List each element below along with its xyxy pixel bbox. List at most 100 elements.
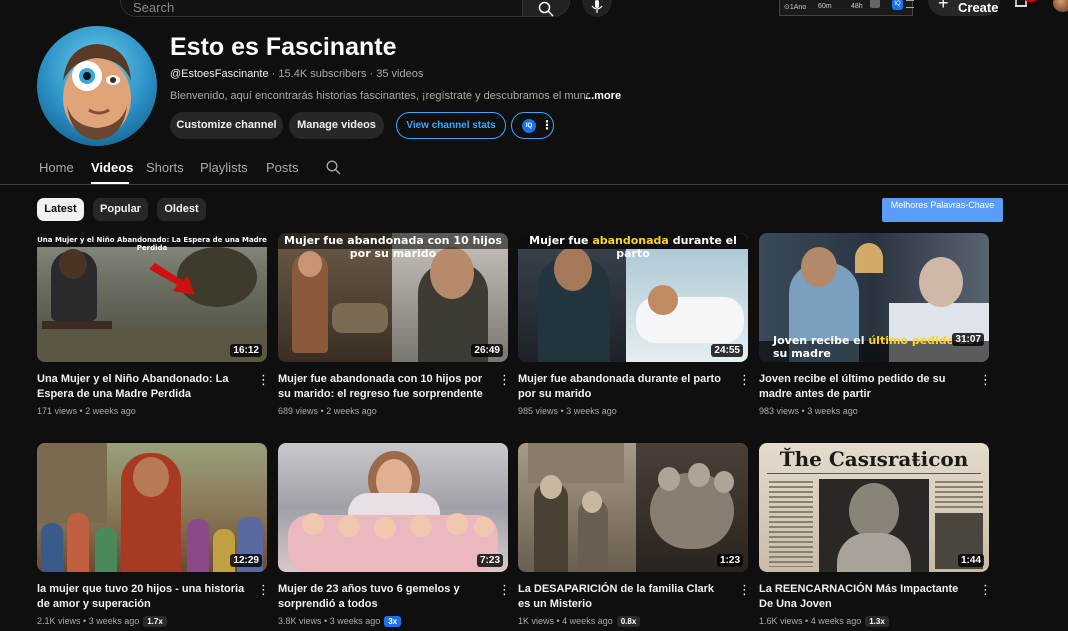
search-icon[interactable]	[326, 160, 341, 175]
video-thumbnail[interactable]: 7:23	[278, 443, 508, 572]
video-thumbnail[interactable]: Mujer fue abandonada con 10 hijos por su…	[278, 233, 508, 362]
view-channel-stats-button[interactable]: View channel stats	[396, 112, 506, 139]
upload-age: 4 weeks ago	[562, 616, 613, 626]
filter-latest[interactable]: Latest	[37, 198, 84, 221]
video-title[interactable]: Mujer fue abandonada durante el parto po…	[518, 372, 728, 402]
ext-stat-60m: 60m	[818, 3, 832, 10]
video-title[interactable]: La REENCARNACIÓN Más Impactante De Una J…	[759, 582, 969, 612]
more-vert-icon[interactable]: ⋮	[979, 583, 992, 596]
upload-age: 3 weeks ago	[566, 406, 617, 416]
video-thumbnail[interactable]: Ťhe Casɪsraŧicon 1:44	[759, 443, 989, 572]
video-duration: 1:23	[716, 554, 743, 567]
manage-videos-button[interactable]: Manage videos	[289, 112, 384, 139]
channel-meta: @EstoesFascinante · 15.4K subscribers · …	[170, 68, 424, 80]
video-count: 35 videos	[376, 68, 424, 80]
video-meta: 985 views • 3 weeks ago	[518, 406, 617, 416]
more-vert-icon[interactable]: ⋮	[498, 583, 511, 596]
upload-age: 2 weeks ago	[326, 406, 377, 416]
filter-popular[interactable]: Popular	[93, 198, 148, 221]
hamburger-icon[interactable]	[906, 0, 914, 8]
channel-avatar-illustration	[63, 44, 131, 140]
filter-oldest[interactable]: Oldest	[157, 198, 206, 221]
video-thumbnail[interactable]: 1:23	[518, 443, 748, 572]
video-thumbnail[interactable]: Joven recibe el último pedido de su madr…	[759, 233, 989, 362]
best-keywords-button[interactable]: Melhores Palavras-Chave	[882, 198, 1003, 222]
ext-chart-icon	[870, 0, 880, 8]
channel-description[interactable]: Bienvenido, aquí encontrarás historias f…	[170, 90, 590, 102]
view-count: 2.1K views	[37, 616, 81, 626]
video-meta: 1K views • 4 weeks ago 0.8x	[518, 616, 641, 627]
video-title[interactable]: Una Mujer y el Niño Abandonado: La Esper…	[37, 372, 247, 402]
ext-stat-48h: 48h	[851, 3, 863, 10]
create-button[interactable]: + Create	[928, 0, 1000, 16]
search-button[interactable]	[522, 0, 570, 17]
upload-age: 3 weeks ago	[88, 616, 140, 626]
video-meta: 3.8K views • 3 weeks ago 3x	[278, 616, 402, 627]
ext-iq-icon: IQ	[892, 0, 903, 10]
video-title[interactable]: Mujer fue abandonada con 10 hijos por su…	[278, 372, 488, 402]
video-duration: 1:44	[957, 554, 984, 567]
video-thumbnail[interactable]: Una Mujer y el Niño Abandonado: La Esper…	[37, 233, 267, 362]
view-count: 983 views	[759, 406, 800, 416]
search-input[interactable]: Search	[120, 0, 523, 17]
thumbnail-caption: Ťhe Casɪsraŧicon	[779, 447, 969, 471]
tab-home[interactable]: Home	[39, 160, 74, 175]
upload-age: 3 weeks ago	[807, 406, 858, 416]
video-duration: 7:23	[476, 554, 503, 567]
video-meta: 983 views • 3 weeks ago	[759, 406, 858, 416]
performance-badge: 1.3x	[865, 616, 889, 627]
customize-channel-button[interactable]: Customize channel	[170, 112, 283, 139]
video-thumbnail[interactable]: Mujer fue abandonada durante el parto 24…	[518, 233, 748, 362]
video-title[interactable]: Joven recibe el último pedido de su madr…	[759, 372, 969, 402]
view-count: 1.6K views	[759, 616, 803, 626]
video-title[interactable]: La DESAPARICIÓN de la familia Clark es u…	[518, 582, 728, 612]
search-placeholder: Search	[133, 0, 175, 15]
tab-playlists[interactable]: Playlists	[200, 160, 248, 175]
thumbnail-caption: Mujer fue abandonada con 10 hijos por su…	[284, 234, 502, 260]
video-title[interactable]: Mujer de 23 años tuvo 6 gemelos y sorpre…	[278, 582, 488, 612]
microphone-icon	[591, 0, 603, 13]
view-count: 689 views	[278, 406, 319, 416]
ext-stat-year: ⊙1Ano	[784, 4, 807, 11]
account-avatar[interactable]	[1053, 0, 1068, 12]
tab-posts[interactable]: Posts	[266, 160, 299, 175]
upload-age: 4 weeks ago	[810, 616, 862, 626]
performance-badge: 3x	[384, 616, 402, 627]
view-count: 171 views	[37, 406, 78, 416]
video-duration: 31:07	[952, 333, 984, 346]
active-tab-indicator	[91, 182, 129, 184]
more-vert-icon[interactable]: ⋮	[979, 373, 992, 386]
view-count: 1K views	[518, 616, 555, 626]
tab-shorts[interactable]: Shorts	[146, 160, 184, 175]
more-vert-icon[interactable]: ⋮	[257, 583, 270, 596]
video-thumbnail[interactable]: 12:29	[37, 443, 267, 572]
video-duration: 16:12	[230, 344, 262, 357]
video-meta: 689 views • 2 weeks ago	[278, 406, 377, 416]
more-vert-icon[interactable]: ⋮	[738, 583, 751, 596]
description-more-link[interactable]: ...more	[585, 90, 621, 102]
video-title[interactable]: la mujer que tuvo 20 hijos - una histori…	[37, 582, 247, 612]
view-count: 3.8K views	[278, 616, 322, 626]
performance-badge: 1.7x	[143, 616, 167, 627]
channel-avatar[interactable]	[37, 26, 157, 146]
video-duration: 26:49	[471, 344, 503, 357]
more-vert-icon[interactable]: ⋮	[498, 373, 511, 386]
more-vert-icon[interactable]: ⋮	[738, 373, 751, 386]
view-count: 985 views	[518, 406, 559, 416]
iq-extension-button[interactable]: IQ ⋮	[511, 112, 554, 139]
video-duration: 12:29	[230, 554, 262, 567]
thumbnail-caption: Mujer fue abandonada durante el parto	[529, 234, 737, 260]
create-label: Create	[958, 0, 999, 15]
channel-tabs: Home Videos Shorts Playlists Posts	[0, 152, 1068, 185]
performance-badge: 0.8x	[616, 616, 641, 627]
search-icon	[538, 1, 554, 17]
subscriber-count: 15.4K subscribers	[278, 68, 367, 80]
more-vert-icon[interactable]: ⋮	[257, 373, 270, 386]
tab-videos[interactable]: Videos	[91, 160, 133, 175]
channel-handle: @EstoesFascinante	[170, 68, 269, 80]
video-meta: 171 views • 2 weeks ago	[37, 406, 136, 416]
upload-age: 3 weeks ago	[329, 616, 381, 626]
voice-search-button[interactable]	[582, 0, 612, 17]
extension-stats-widget[interactable]: ⊙1Ano 60m 48h IQ	[779, 0, 914, 16]
more-vert-icon: ⋮	[541, 118, 553, 132]
